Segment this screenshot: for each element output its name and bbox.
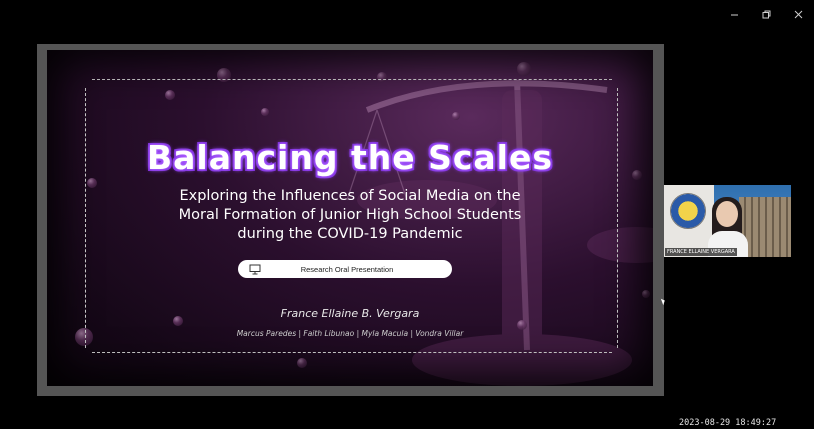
presentation-type-pill: Research Oral Presentation — [238, 260, 452, 278]
decor-orb — [517, 62, 531, 76]
decor-orb — [642, 290, 650, 298]
recording-timestamp: 2023-08-29 18:49:27 — [679, 418, 777, 428]
presentation-slide: Balancing the Scales Exploring the Influ… — [47, 50, 653, 386]
decor-orb — [261, 108, 269, 116]
minimize-icon[interactable] — [724, 6, 744, 22]
pill-label: Research Oral Presentation — [300, 264, 394, 274]
participant-face — [716, 201, 738, 227]
school-seal-icon — [670, 193, 706, 229]
presentation-icon — [248, 263, 262, 275]
slide-title: Balancing the Scales — [146, 138, 554, 177]
restore-icon[interactable] — [756, 6, 776, 22]
decor-orb — [377, 72, 387, 82]
slide-subtitle: Exploring the Influences of Social Media… — [47, 187, 653, 244]
decor-orb — [297, 358, 307, 368]
close-icon[interactable] — [788, 6, 808, 22]
participant-name-tag: FRANCE ELLAINE VERGARA — [665, 248, 737, 256]
frame-border-bottom — [92, 352, 612, 353]
participant-video-tile[interactable]: FRANCE ELLAINE VERGARA — [664, 185, 791, 257]
shared-screen-frame: Balancing the Scales Exploring the Influ… — [37, 44, 664, 396]
presenter-name: France Ellaine B. Vergara — [280, 307, 420, 320]
decor-orb — [452, 112, 460, 120]
decor-orb — [165, 90, 175, 100]
group-members: Marcus Paredes | Faith Libunao | Myla Ma… — [236, 329, 464, 338]
subtitle-line: during the COVID-19 Pandemic — [237, 226, 463, 242]
window-controls — [724, 6, 808, 22]
subtitle-line: Moral Formation of Junior High School St… — [178, 207, 522, 223]
frame-border-top — [92, 79, 612, 80]
subtitle-line: Exploring the Influences of Social Media… — [179, 188, 521, 204]
